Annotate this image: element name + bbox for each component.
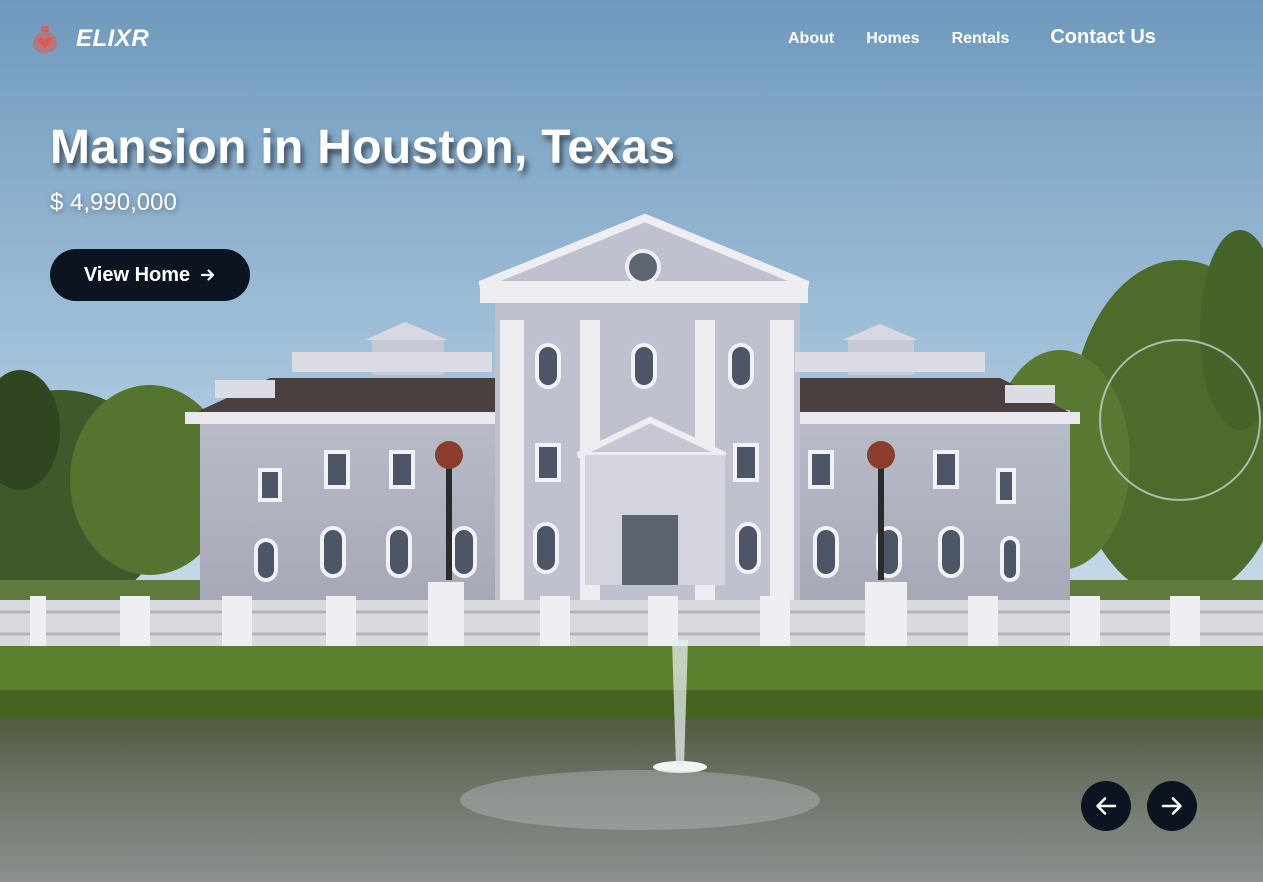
view-home-label: View Home [83, 263, 191, 286]
next-slide-button[interactable] [1147, 781, 1197, 831]
nav-link-about[interactable]: About [788, 30, 834, 48]
arrow-right-icon [201, 269, 215, 281]
top-navigation: ELIXR About Homes Rentals Contact Us [0, 0, 1263, 80]
nav-link-rentals[interactable]: Rentals [952, 30, 1010, 48]
potion-heart-icon [33, 26, 57, 53]
property-title: Mansion in Houston, Texas [50, 121, 676, 174]
hero-headline: Mansion in Houston, Texas $ 4,990,000 [50, 120, 675, 217]
brand-logo-link[interactable]: ELIXR [32, 24, 149, 54]
nav-link-contact[interactable]: Contact Us [1050, 26, 1156, 49]
hero-section: ELIXR About Homes Rentals Contact Us Man… [0, 0, 1263, 882]
arrow-right-icon [1161, 797, 1182, 815]
arrow-left-icon [1096, 797, 1117, 815]
property-price: $ 4,990,000 [50, 189, 177, 216]
nav-link-homes[interactable]: Homes [866, 30, 919, 48]
brand-name: ELIXR [76, 25, 150, 52]
previous-slide-button[interactable] [1081, 781, 1131, 831]
view-home-button[interactable]: View Home [50, 249, 250, 301]
nav-links: About Homes Rentals Contact Us [788, 26, 1156, 49]
